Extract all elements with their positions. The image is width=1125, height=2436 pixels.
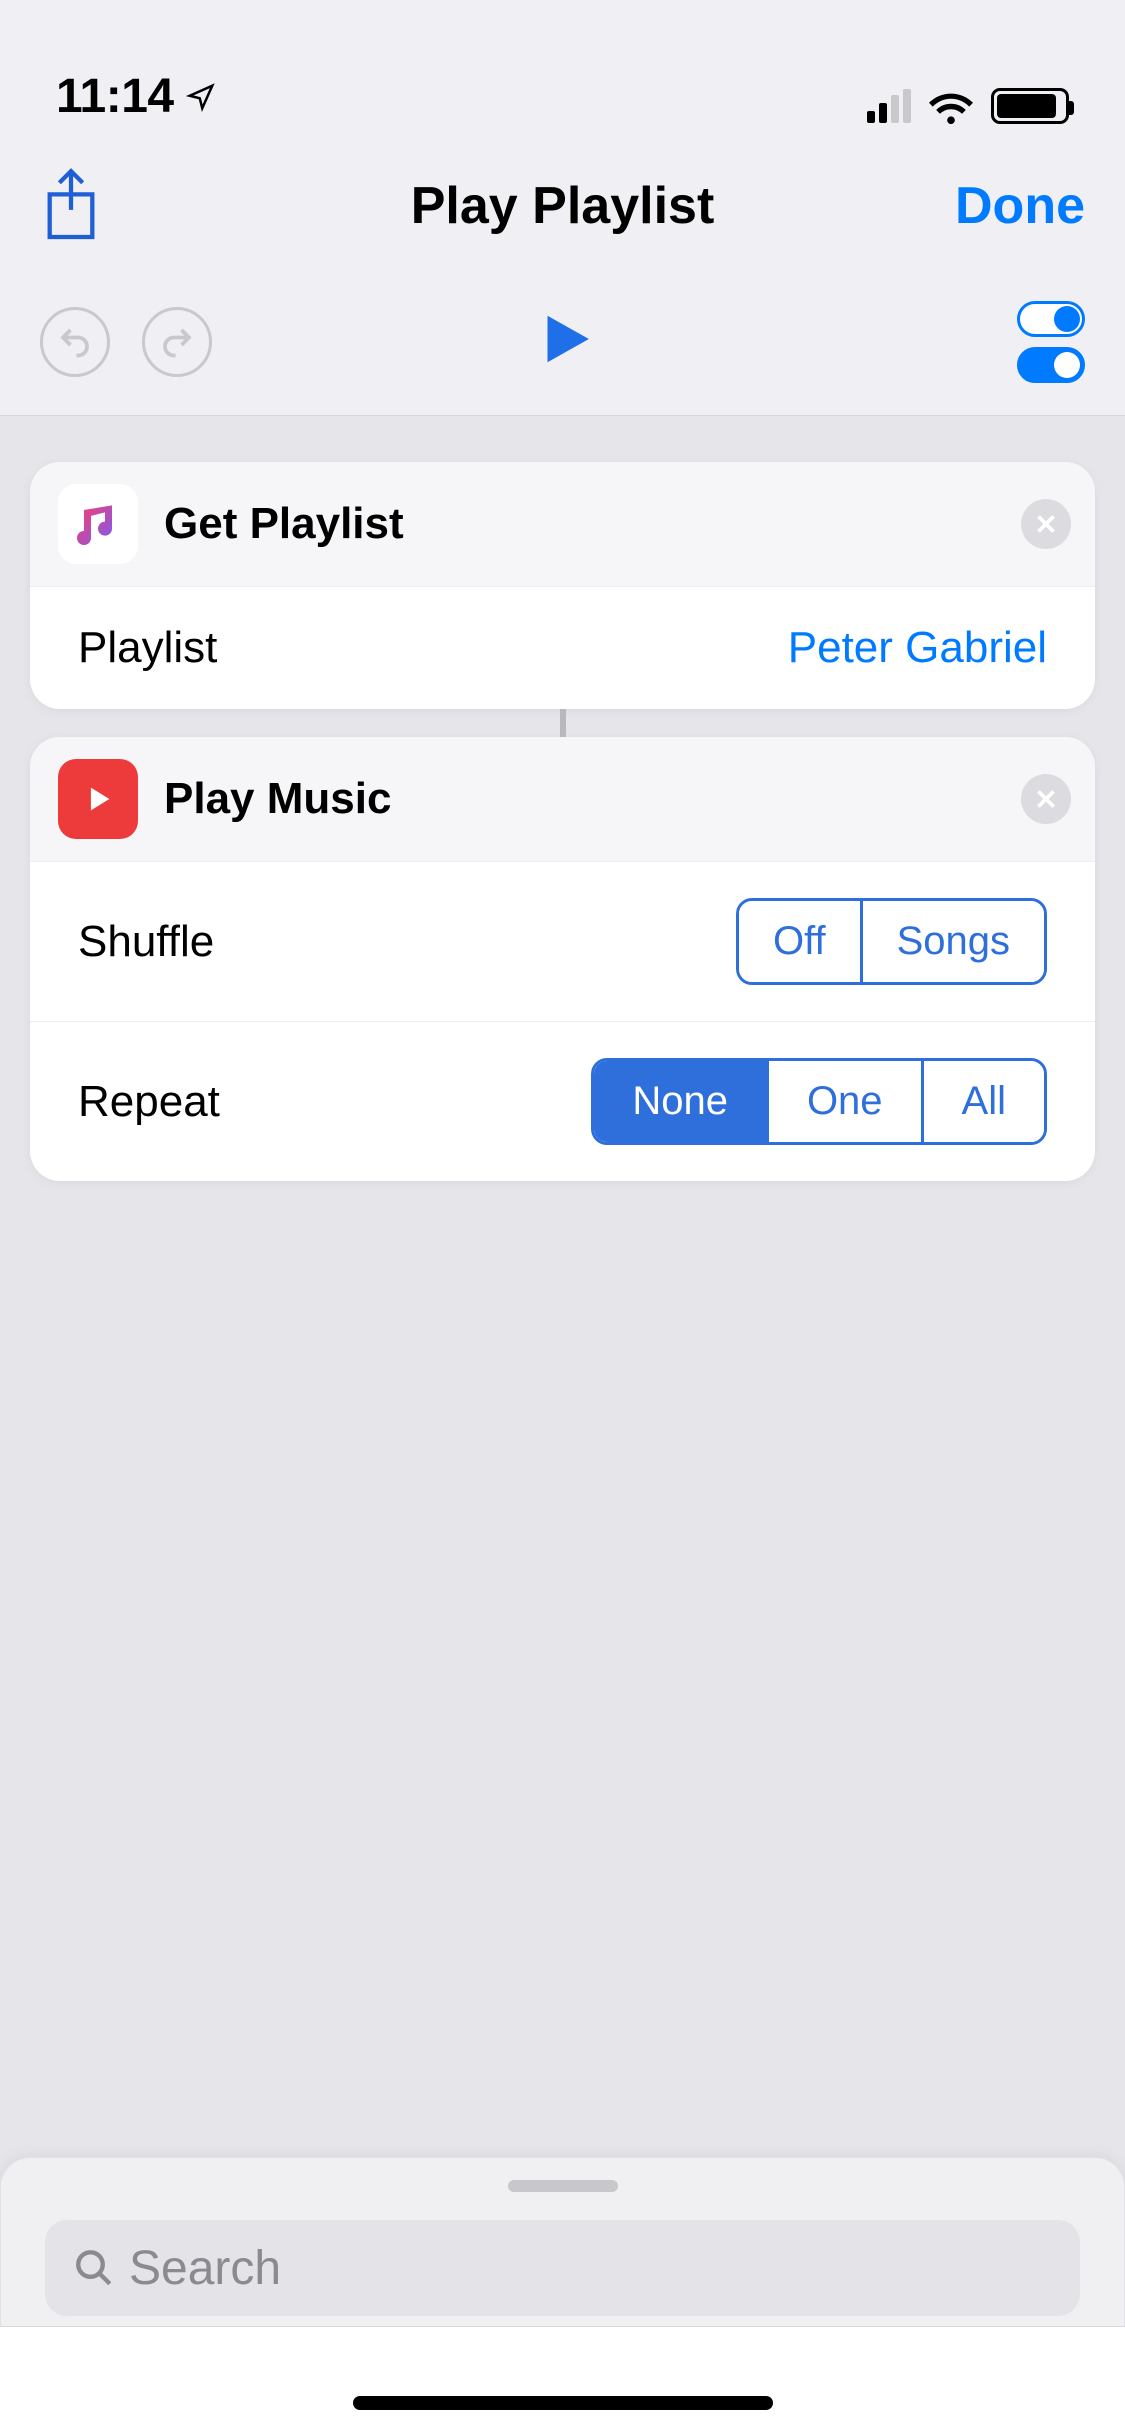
play-music-app-icon xyxy=(58,759,138,839)
shuffle-segmented[interactable]: Off Songs xyxy=(736,898,1047,985)
repeat-label: Repeat xyxy=(78,1077,220,1127)
repeat-option-all[interactable]: All xyxy=(921,1061,1044,1142)
playlist-value[interactable]: Peter Gabriel xyxy=(788,623,1047,673)
repeat-option-one[interactable]: One xyxy=(766,1061,921,1142)
share-icon[interactable] xyxy=(40,167,102,245)
action-get-playlist[interactable]: Get Playlist Playlist Peter Gabriel xyxy=(30,462,1095,709)
run-button[interactable] xyxy=(532,308,594,375)
shuffle-option-off[interactable]: Off xyxy=(739,901,860,982)
cellular-icon xyxy=(867,89,911,123)
connector xyxy=(30,709,1095,737)
search-field[interactable]: Search xyxy=(45,2220,1080,2316)
remove-action-button[interactable] xyxy=(1021,499,1071,549)
location-icon xyxy=(186,82,216,112)
bottom-bar xyxy=(0,2326,1125,2436)
sheet-grabber[interactable] xyxy=(508,2180,618,2192)
done-button[interactable]: Done xyxy=(885,176,1085,236)
toolbar xyxy=(0,280,1125,416)
status-bar: 11:14 xyxy=(0,0,1125,132)
search-placeholder: Search xyxy=(129,2241,281,2296)
toggle-stack[interactable] xyxy=(1017,301,1085,383)
undo-button[interactable] xyxy=(40,307,110,377)
page-title: Play Playlist xyxy=(240,176,885,236)
battery-icon xyxy=(991,88,1069,124)
remove-action-button[interactable] xyxy=(1021,774,1071,824)
action-title: Get Playlist xyxy=(164,499,404,549)
action-title: Play Music xyxy=(164,774,391,824)
home-indicator[interactable] xyxy=(353,2396,773,2410)
playlist-parameter-row[interactable]: Playlist Peter Gabriel xyxy=(30,586,1095,709)
param-label: Playlist xyxy=(78,623,217,673)
toggle-bottom-icon xyxy=(1017,347,1085,383)
repeat-segmented[interactable]: None One All xyxy=(591,1058,1047,1145)
music-app-icon xyxy=(58,484,138,564)
toggle-top-icon xyxy=(1017,301,1085,337)
repeat-option-none[interactable]: None xyxy=(594,1061,766,1142)
shuffle-label: Shuffle xyxy=(78,917,214,967)
search-icon xyxy=(73,2247,115,2289)
action-play-music[interactable]: Play Music Shuffle Off Songs Repeat None… xyxy=(30,737,1095,1181)
shuffle-option-songs[interactable]: Songs xyxy=(860,901,1044,982)
repeat-row: Repeat None One All xyxy=(30,1021,1095,1181)
workflow-canvas[interactable]: Get Playlist Playlist Peter Gabriel Play… xyxy=(0,416,1125,2436)
shuffle-row: Shuffle Off Songs xyxy=(30,861,1095,1021)
wifi-icon xyxy=(927,88,975,124)
nav-bar: Play Playlist Done xyxy=(0,132,1125,280)
redo-button[interactable] xyxy=(142,307,212,377)
status-time: 11:14 xyxy=(56,69,174,124)
